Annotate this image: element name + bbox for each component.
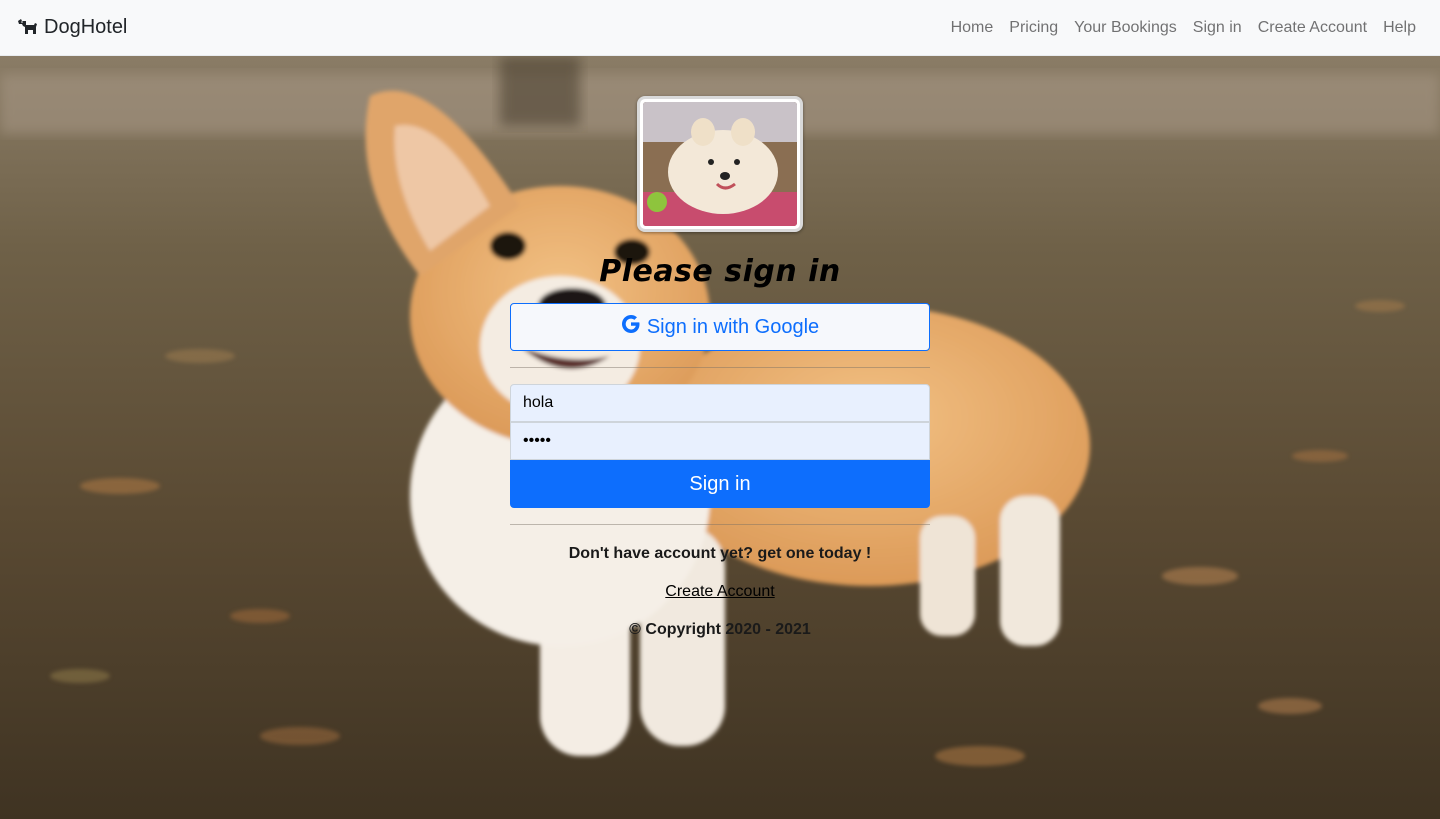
dog-icon bbox=[16, 15, 38, 40]
signin-button[interactable]: Sign in bbox=[510, 460, 930, 508]
nav-links: Home Pricing Your Bookings Sign in Creat… bbox=[943, 11, 1424, 45]
nav-home[interactable]: Home bbox=[943, 11, 1002, 45]
profile-photo bbox=[637, 96, 803, 232]
brand-name: DogHotel bbox=[44, 16, 128, 38]
google-signin-label: Sign in with Google bbox=[646, 315, 820, 338]
copyright: © Copyright 2020 - 2021 bbox=[629, 621, 811, 638]
google-signin-button[interactable]: Sign in with Google bbox=[510, 303, 930, 351]
divider bbox=[510, 524, 930, 525]
username-input[interactable] bbox=[510, 384, 930, 422]
password-input[interactable] bbox=[510, 422, 930, 460]
nav-sign-in[interactable]: Sign in bbox=[1185, 11, 1250, 45]
nav-pricing[interactable]: Pricing bbox=[1001, 11, 1066, 45]
brand-link[interactable]: DogHotel bbox=[16, 15, 127, 40]
divider bbox=[510, 367, 930, 368]
nav-help[interactable]: Help bbox=[1375, 11, 1424, 45]
signup-prompt: Don't have account yet? get one today ! bbox=[568, 545, 872, 562]
signin-form: Please sign in Sign in with Google Sign … bbox=[510, 96, 930, 639]
nav-your-bookings[interactable]: Your Bookings bbox=[1066, 11, 1185, 45]
google-icon bbox=[621, 314, 641, 340]
navbar: DogHotel Home Pricing Your Bookings Sign… bbox=[0, 0, 1440, 56]
nav-create-account[interactable]: Create Account bbox=[1250, 11, 1375, 45]
create-account-link[interactable]: Create Account bbox=[665, 583, 774, 601]
page-title: Please sign in bbox=[599, 254, 841, 289]
